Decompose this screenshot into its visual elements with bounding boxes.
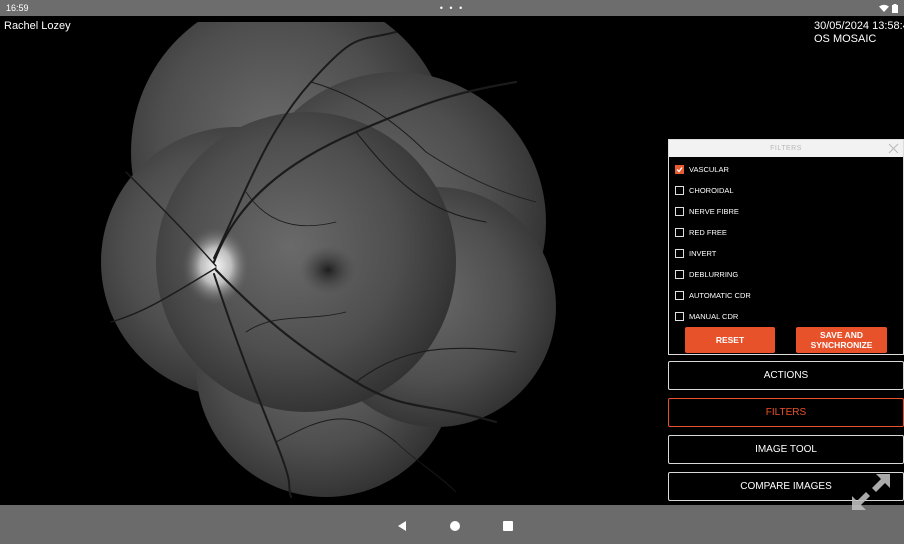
checkbox-invert[interactable] [675,249,684,258]
nav-recent-icon[interactable] [503,521,513,531]
wifi-icon [879,4,889,12]
filter-buttons: RESET SAVE AND SYNCHRONIZE [685,327,889,353]
filter-label: MANUAL CDR [689,312,739,321]
checkbox-red-free[interactable] [675,228,684,237]
filter-invert[interactable]: INVERT [669,243,903,264]
fundus-mosaic-image[interactable] [96,22,566,502]
checkbox-vascular[interactable] [675,165,684,174]
checkbox-nerve-fibre[interactable] [675,207,684,216]
expand-icon[interactable] [850,472,892,512]
status-time: 16:59 [6,3,29,13]
filter-red-free[interactable]: RED FREE [669,222,903,243]
save-and-synchronize-button[interactable]: SAVE AND SYNCHRONIZE [796,327,887,353]
save-button-label: SAVE AND SYNCHRONIZE [811,330,873,350]
filter-label: NERVE FIBRE [689,207,739,216]
filter-label: DEBLURRING [689,270,739,279]
filter-deblurring[interactable]: DEBLURRING [669,264,903,285]
filter-manual-cdr[interactable]: MANUAL CDR [669,306,903,327]
filter-label: VASCULAR [689,165,729,174]
filter-automatic-cdr[interactable]: AUTOMATIC CDR [669,285,903,306]
close-icon[interactable] [888,143,899,154]
patient-name: Rachel Lozey [4,20,71,32]
checkbox-manual-cdr[interactable] [675,312,684,321]
battery-icon [892,3,898,13]
filter-label: RED FREE [689,228,727,237]
status-dots: • • • [439,3,465,13]
filter-choroidal[interactable]: CHOROIDAL [669,180,903,201]
filter-label: CHOROIDAL [689,186,734,195]
checkbox-deblurring[interactable] [675,270,684,279]
filter-nerve-fibre[interactable]: NERVE FIBRE [669,201,903,222]
filter-vascular[interactable]: VASCULAR [669,159,903,180]
reset-button[interactable]: RESET [685,327,775,353]
image-tool-button[interactable]: IMAGE TOOL [668,435,904,464]
checkbox-choroidal[interactable] [675,186,684,195]
nav-home-icon[interactable] [450,521,460,531]
filter-label: INVERT [689,249,717,258]
status-icons [879,3,898,13]
nav-back-icon[interactable] [397,516,407,536]
actions-button[interactable]: ACTIONS [668,361,904,390]
filters-panel: FILTERS VASCULAR CHOROIDAL NERVE FIBRE R… [668,139,904,355]
filters-panel-title: FILTERS [770,145,802,152]
exam-info: 30/05/2024 13:58:44 OS MOSAIC [814,20,904,46]
exam-datetime: 30/05/2024 13:58:44 [814,20,904,32]
filter-label: AUTOMATIC CDR [689,291,751,300]
checkbox-automatic-cdr[interactable] [675,291,684,300]
checkmark-icon [676,167,683,173]
exam-view: OS MOSAIC [814,33,877,45]
filter-list: VASCULAR CHOROIDAL NERVE FIBRE RED FREE … [669,157,903,327]
filters-button[interactable]: FILTERS [668,398,904,427]
save-label-line-1: SAVE AND [820,330,863,340]
status-bar: 16:59 • • • [0,0,904,16]
filters-panel-header: FILTERS [669,140,903,157]
save-label-line-2: SYNCHRONIZE [810,340,873,350]
